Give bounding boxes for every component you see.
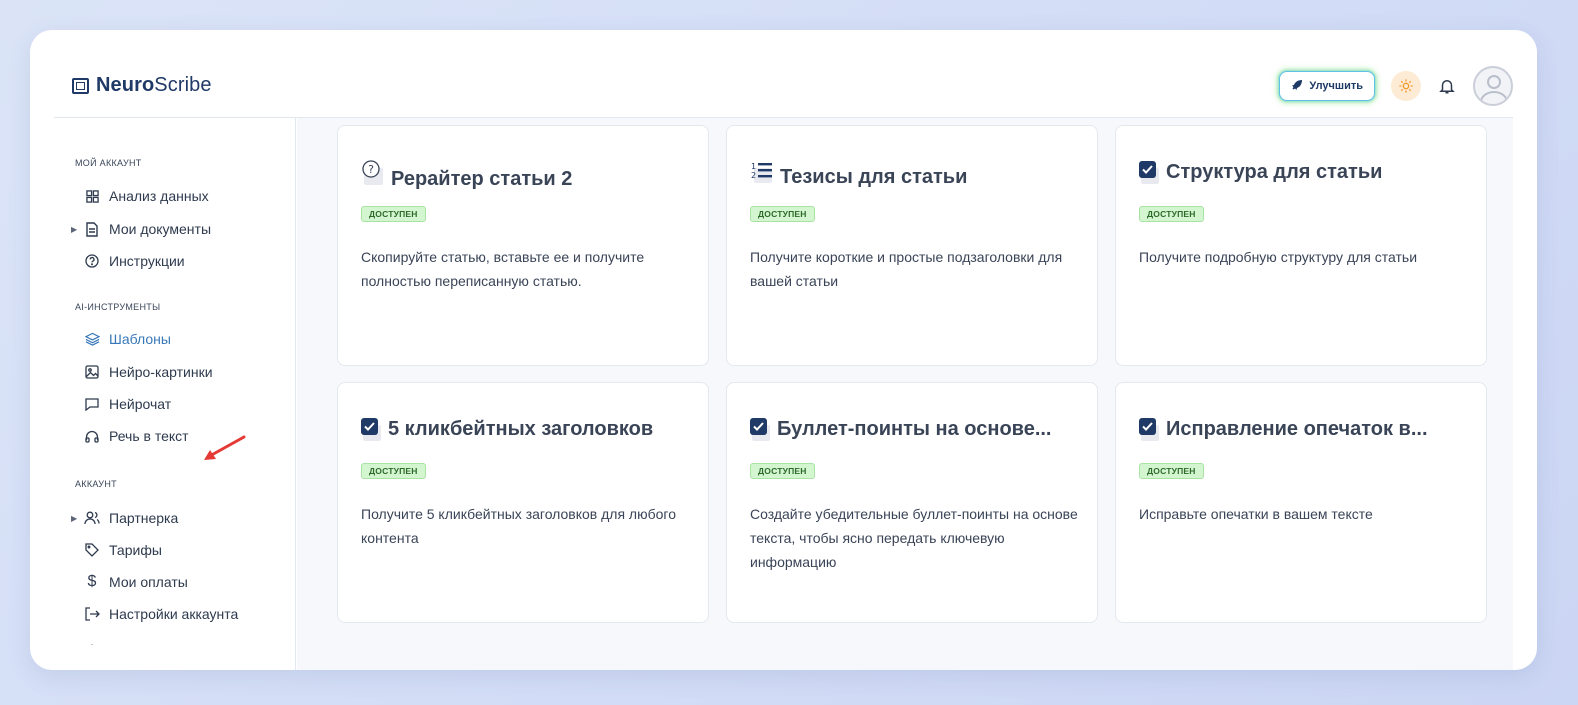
status-badge: Доступен (361, 463, 426, 479)
sidebar-item-label: Инструкции (109, 253, 185, 269)
sun-icon[interactable] (1391, 71, 1421, 101)
sidebar-item-neuro-images[interactable]: Нейро-картинки (75, 361, 213, 383)
logout-icon (83, 607, 101, 621)
sidebar-item-label: Нейро-картинки (109, 364, 213, 380)
template-card-theses[interactable]: 12 Тезисы для статьи Доступен Получите к… (726, 125, 1098, 366)
list-icon: 12 (750, 160, 774, 189)
sidebar-item-partners[interactable]: ▶ Партнерка (71, 507, 179, 529)
sidebar-item-partial[interactable]: · (75, 633, 109, 655)
upgrade-button[interactable]: Улучшить (1279, 71, 1375, 101)
checkbox-icon (361, 418, 382, 441)
card-title: Рерайтер статьи 2 (391, 168, 573, 190)
bell-icon[interactable] (1437, 75, 1457, 97)
sidebar-item-label: Мои оплаты (109, 574, 188, 590)
status-badge: Доступен (361, 206, 426, 222)
sidebar-item-label: Нейрочат (109, 396, 172, 412)
question-doc-icon: ? (361, 160, 385, 191)
logo-text: NeuroScribe (96, 74, 212, 96)
sidebar-item-label: Партнерка (109, 510, 179, 526)
caret-right-icon[interactable]: ▶ (71, 225, 77, 234)
document-icon (83, 221, 101, 237)
help-circle-icon (83, 254, 101, 268)
card-description: Получите 5 кликбейтных заголовков для лю… (361, 506, 676, 546)
svg-text:1: 1 (751, 162, 756, 171)
upgrade-label: Улучшить (1309, 80, 1363, 92)
sidebar-item-neurochat[interactable]: Нейрочат (75, 393, 171, 415)
sidebar-item-label: Анализ данных (109, 188, 209, 204)
sidebar-item-speech-to-text[interactable]: Речь в текст (75, 425, 189, 447)
status-badge: Доступен (750, 206, 815, 222)
template-card-clickbait[interactable]: 5 кликбейтных заголовков Доступен Получи… (337, 382, 709, 623)
card-description: Получите подробную структуру для статьи (1139, 249, 1418, 265)
status-badge: Доступен (1139, 463, 1204, 479)
checkbox-icon (1139, 161, 1160, 184)
card-title: Тезисы для статьи (780, 166, 968, 188)
sidebar-item-instructions[interactable]: Инструкции (75, 250, 185, 272)
layers-icon (83, 332, 101, 346)
image-icon (83, 365, 101, 379)
card-description: Скопируйте статью, вставьте ее и получит… (361, 249, 645, 289)
section-title-ai-tools: AI-инструменты (75, 302, 161, 312)
card-title: Структура для статьи (1166, 161, 1383, 183)
annotation-arrow-icon (204, 435, 246, 460)
templates-grid: ? Рерайтер статьи 2 Доступен Скопируйте … (297, 118, 1513, 670)
app-window: NeuroScribe Улучшить Мой аккаунт (30, 30, 1537, 670)
sidebar-item-tariffs[interactable]: Тарифы (75, 539, 162, 561)
sidebar-item-label: Настройки аккаунта (109, 606, 239, 622)
template-card-bullet-points[interactable]: Буллет-поинты на основе... Доступен Созд… (726, 382, 1098, 623)
headphones-icon (83, 430, 101, 443)
users-icon (83, 511, 101, 525)
card-title: Буллет-поинты на основе... (777, 418, 1052, 440)
status-badge: Доступен (750, 463, 815, 479)
sidebar-item-my-payments[interactable]: $ Мои оплаты (75, 571, 188, 593)
section-title-account: Аккаунт (75, 479, 117, 489)
tag-icon (83, 543, 101, 557)
dollar-icon: $ (87, 573, 97, 590)
top-header: NeuroScribe Улучшить (54, 30, 1513, 118)
rocket-icon (1291, 79, 1303, 94)
avatar[interactable] (1473, 66, 1513, 106)
sidebar-item-label: Шаблоны (109, 331, 171, 347)
sidebar-item-label: Мои документы (109, 221, 212, 237)
card-title: 5 кликбейтных заголовков (388, 418, 654, 440)
template-card-typo-fix[interactable]: Исправление опечаток в... Доступен Испра… (1115, 382, 1487, 623)
section-title-my-account: Мой аккаунт (75, 158, 142, 168)
sidebar: Мой аккаунт Анализ данных ▶ Мои документ… (54, 118, 296, 670)
checkbox-icon (750, 418, 771, 441)
logo[interactable]: NeuroScribe (72, 74, 212, 97)
card-description: Получите короткие и простые подзаголовки… (750, 249, 1063, 289)
card-description: Создайте убедительные буллет-поинты на о… (750, 506, 1078, 570)
template-card-structure[interactable]: Структура для статьи Доступен Получите п… (1115, 125, 1487, 366)
caret-right-icon[interactable]: ▶ (71, 514, 77, 523)
card-description: Исправьте опечатки в вашем тексте (1139, 506, 1373, 522)
svg-text:?: ? (368, 163, 374, 176)
card-title: Исправление опечаток в... (1166, 418, 1428, 440)
sidebar-item-label: Речь в текст (109, 428, 189, 444)
sidebar-item-label: Тарифы (109, 542, 162, 558)
sidebar-item-templates[interactable]: Шаблоны (75, 328, 171, 350)
template-card-rewriter[interactable]: ? Рерайтер статьи 2 Доступен Скопируйте … (337, 125, 709, 366)
chat-icon (83, 397, 101, 411)
sidebar-item-data-analysis[interactable]: Анализ данных (75, 185, 209, 207)
status-badge: Доступен (1139, 206, 1204, 222)
grid-icon (83, 189, 101, 203)
logo-icon (72, 77, 89, 94)
svg-text:2: 2 (751, 171, 756, 180)
checkbox-icon (1139, 418, 1160, 441)
partial-icon: · (90, 638, 94, 650)
sidebar-item-account-settings[interactable]: Настройки аккаунта (75, 603, 238, 625)
sidebar-item-my-documents[interactable]: ▶ Мои документы (71, 218, 212, 240)
